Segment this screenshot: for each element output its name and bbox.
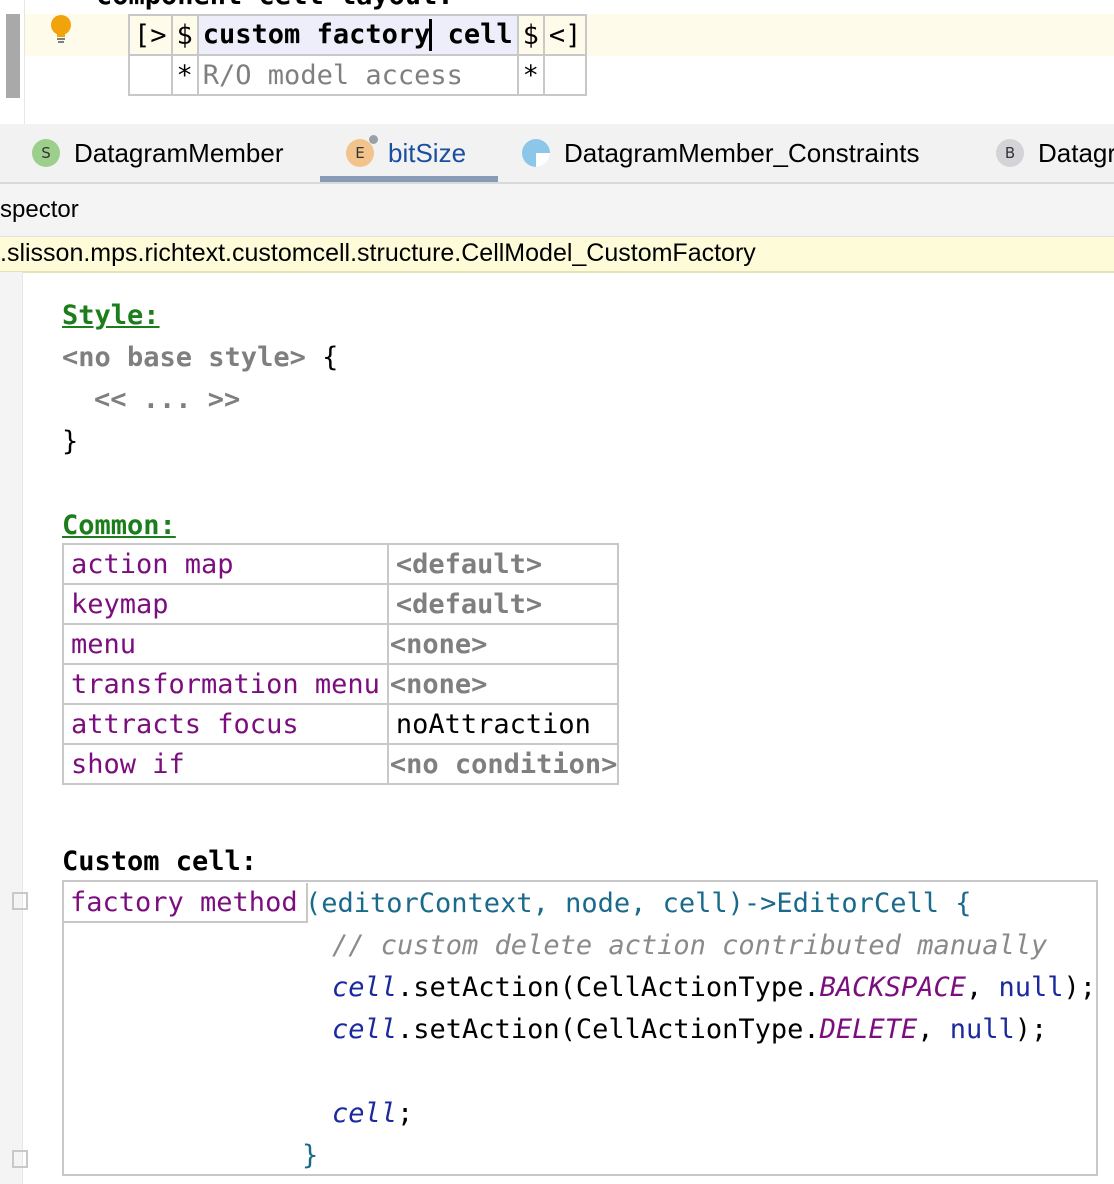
property-value[interactable]: <none>	[386, 663, 620, 705]
tab-label: DatagramMember	[74, 137, 284, 168]
code-return-line[interactable]: cell;	[332, 1098, 413, 1129]
editor-icon-letter: E	[355, 144, 365, 162]
property-row-menu: menu <none>	[62, 623, 620, 665]
constraints-icon-notch	[536, 153, 550, 167]
intention-bulb-icon[interactable]	[50, 14, 72, 46]
code-call: .setAction(CellActionType.	[397, 972, 820, 1003]
cell-layout-table: [> $ custom factory cell $ <] * R/O mode…	[128, 14, 588, 96]
modified-dot-icon	[369, 135, 378, 144]
cell-text-before-caret: custom factory	[202, 18, 431, 50]
cell-text-after-caret: cell	[431, 18, 513, 50]
structure-icon: S	[32, 139, 60, 167]
code-separator: ,	[965, 972, 999, 1003]
layout-custom-factory-cell[interactable]: custom factory cell	[196, 14, 519, 56]
inspector-header	[0, 184, 1114, 237]
inspector-title: spector	[0, 196, 79, 223]
editor-tab-bar: S DatagramMember E bitSize DatagramMembe…	[0, 124, 1114, 184]
code-line-delete[interactable]: cell.setAction(CellActionType.DELETE, nu…	[332, 1014, 1047, 1045]
property-value[interactable]: <none>	[386, 623, 620, 665]
property-row-transformation-menu: transformation menu <none>	[62, 663, 620, 705]
property-row-keymap: keymap <default>	[62, 583, 620, 625]
code-variable: cell	[332, 1098, 398, 1129]
style-heading: Style:	[62, 300, 160, 331]
style-open-brace: {	[322, 342, 339, 373]
property-value[interactable]: <no condition>	[386, 743, 620, 785]
active-tab-indicator	[320, 176, 498, 182]
property-value[interactable]: <default>	[386, 583, 620, 625]
property-row-show-if: show if <no condition>	[62, 743, 620, 785]
tab-bitsize[interactable]: E bitSize	[346, 124, 466, 182]
layout-dollar-right[interactable]: $	[516, 14, 545, 56]
base-style-line: <no base style> {	[62, 342, 338, 373]
code-null: null	[949, 1014, 1015, 1045]
code-variable: cell	[332, 1014, 398, 1045]
change-marker[interactable]	[6, 14, 20, 98]
code-end: ;	[397, 1098, 414, 1129]
tab-label: Datagr	[1038, 137, 1114, 168]
code-end: );	[1014, 1014, 1048, 1045]
layout-empty-cell	[542, 54, 588, 96]
code-null: null	[998, 972, 1064, 1003]
component-cell-layout-heading: component cell layout:	[96, 0, 454, 11]
layout-star-right[interactable]: *	[516, 54, 545, 96]
layout-open-bracket[interactable]: [>	[128, 14, 173, 56]
property-key: menu	[62, 623, 389, 665]
property-row-action-map: action map <default>	[62, 543, 620, 585]
factory-signature[interactable]: (editorContext, node, cell)->EditorCell …	[305, 888, 971, 919]
code-line-backspace[interactable]: cell.setAction(CellActionType.BACKSPACE,…	[332, 972, 1096, 1003]
property-row-attracts-focus: attracts focus noAttraction	[62, 703, 620, 745]
tab-datagram-member[interactable]: S DatagramMember	[32, 124, 284, 182]
inspector-gutter	[0, 272, 23, 1184]
style-close-brace: }	[62, 426, 79, 457]
tab-datagram-behavior[interactable]: B Datagr	[996, 124, 1114, 182]
common-heading: Common:	[62, 510, 176, 541]
layout-empty-cell	[128, 54, 173, 96]
code-end: );	[1063, 972, 1097, 1003]
layout-readonly-access-cell[interactable]: R/O model access	[196, 54, 519, 96]
tab-label: DatagramMember_Constraints	[564, 137, 920, 168]
property-key: show if	[62, 743, 389, 785]
code-variable: cell	[332, 972, 398, 1003]
base-style-value[interactable]: <no base style>	[62, 342, 306, 373]
layout-star-left[interactable]: *	[170, 54, 199, 96]
code-call: .setAction(CellActionType.	[397, 1014, 820, 1045]
code-constant: BACKSPACE	[819, 972, 966, 1003]
code-constant: DELETE	[819, 1014, 918, 1045]
editor-icon: E	[346, 135, 378, 167]
factory-method-label: factory method	[63, 883, 308, 923]
property-value[interactable]: noAttraction	[386, 703, 620, 745]
common-properties-table: action map <default> keymap <default> me…	[62, 543, 620, 785]
fold-start-icon[interactable]	[12, 892, 28, 910]
code-comment[interactable]: // custom delete action contributed manu…	[332, 930, 1047, 961]
layout-dollar-left[interactable]: $	[170, 14, 199, 56]
behavior-icon: B	[996, 139, 1024, 167]
tab-label: bitSize	[388, 137, 467, 168]
fold-end-icon[interactable]	[12, 1150, 28, 1168]
concept-fqn: .slisson.mps.richtext.customcell.structu…	[0, 239, 756, 267]
factory-close-brace: }	[302, 1140, 319, 1171]
custom-cell-heading: Custom cell:	[62, 846, 258, 877]
code-separator: ,	[917, 1014, 950, 1045]
property-key: action map	[62, 543, 389, 585]
layout-close-bracket[interactable]: <]	[542, 14, 588, 56]
property-key: keymap	[62, 583, 389, 625]
tab-datagram-member-constraints[interactable]: DatagramMember_Constraints	[522, 124, 919, 182]
property-key: attracts focus	[62, 703, 389, 745]
constraints-icon	[522, 139, 550, 167]
property-key: transformation menu	[62, 663, 389, 705]
style-items-placeholder[interactable]: << ... >>	[94, 384, 240, 415]
property-value[interactable]: <default>	[386, 543, 620, 585]
